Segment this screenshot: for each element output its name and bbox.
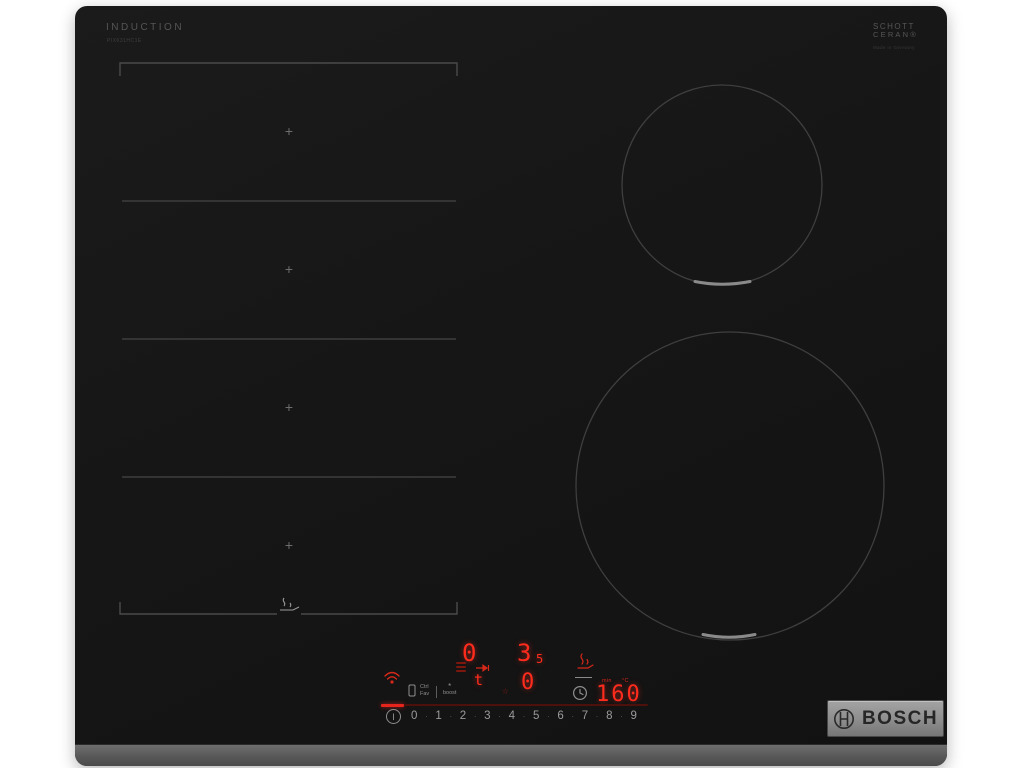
fry-sensor-icon[interactable] [575, 653, 595, 672]
round-zone-small-marker [693, 280, 752, 286]
timer-divider [575, 677, 592, 678]
slider-number-5[interactable]: 5 [533, 710, 539, 722]
slider-number-9[interactable]: 9 [631, 710, 637, 722]
round-zone-small [621, 84, 823, 286]
move-pot-indicator: t [474, 664, 490, 688]
slider-number-7[interactable]: 7 [582, 710, 588, 722]
power-button[interactable]: I [386, 709, 401, 724]
power-button-label: I [392, 711, 395, 722]
slider-dot: · [498, 711, 501, 721]
flex-zone-bottom-bracket-right [301, 602, 458, 615]
front-trim [75, 744, 947, 766]
flex-zone-bottom-bracket-left [119, 602, 277, 615]
power-level-display: 3 [517, 639, 532, 667]
slider-dot: · [473, 711, 477, 721]
slider-number-1[interactable]: 1 [435, 710, 441, 722]
power-level-decimal: 5 [536, 652, 544, 666]
round-zone-large [575, 331, 885, 641]
slider-dot: · [449, 711, 453, 721]
left-zone-level-display: 0 [462, 639, 477, 667]
slider-dot: · [620, 711, 623, 721]
flex-zone-top-bracket [119, 62, 458, 76]
boost-key[interactable]: * boost [443, 682, 457, 697]
timer-display: 160 [596, 682, 642, 707]
flex-plus-mark-2: + [285, 261, 293, 277]
slider-number-6[interactable]: 6 [557, 710, 563, 722]
move-pot-letter: t [474, 671, 484, 689]
star-icon: ☆ [502, 684, 509, 697]
slider-dot: · [571, 711, 575, 721]
flex-plus-mark-4: + [285, 537, 293, 553]
flex-plus-mark-3: + [285, 399, 293, 415]
fry-sensor-zone-icon [280, 597, 300, 611]
home-connect-key[interactable]: Ctrl Fav [408, 684, 429, 697]
round-zone-large-marker [701, 633, 757, 639]
bosch-logo-text: BOSCH [861, 707, 939, 729]
slider-dot: · [522, 711, 526, 721]
slider-number-0[interactable]: 0 [411, 710, 417, 722]
power-level-slider[interactable]: 0 · 1 · 2 · 3 · 4 · 5 · 6 · 7 · 8 · 9 [411, 710, 637, 722]
bosch-logo-badge: BOSCH [827, 700, 944, 737]
remote-key-label-2: Fav [420, 690, 430, 697]
flex-plus-mark-1: + [285, 123, 293, 139]
slider-number-3[interactable]: 3 [484, 710, 490, 722]
slider-number-2[interactable]: 2 [460, 710, 466, 722]
slider-dot: · [595, 711, 599, 721]
cooking-zones-graphics: + + + + [119, 62, 885, 641]
key-divider [436, 686, 437, 698]
slider-number-8[interactable]: 8 [606, 710, 612, 722]
mobile-phone-icon [408, 684, 416, 697]
bosch-anchor-icon [833, 708, 854, 729]
slider-number-4[interactable]: 4 [509, 710, 515, 722]
product-photo: INDUCTION PIX631HC1E SCHOTT CERAN® Made … [0, 0, 1024, 768]
right-zone-level-display: 0 [521, 670, 535, 695]
slider-dot: · [547, 711, 550, 721]
remote-key-label-1: Ctrl [420, 684, 429, 690]
slider-track[interactable] [404, 704, 648, 706]
slider-active-segment [381, 704, 404, 707]
boost-key-label: boost [443, 690, 457, 697]
wifi-icon [384, 671, 400, 684]
slider-dot: · [425, 711, 428, 721]
timer-clock-icon[interactable] [572, 685, 588, 701]
